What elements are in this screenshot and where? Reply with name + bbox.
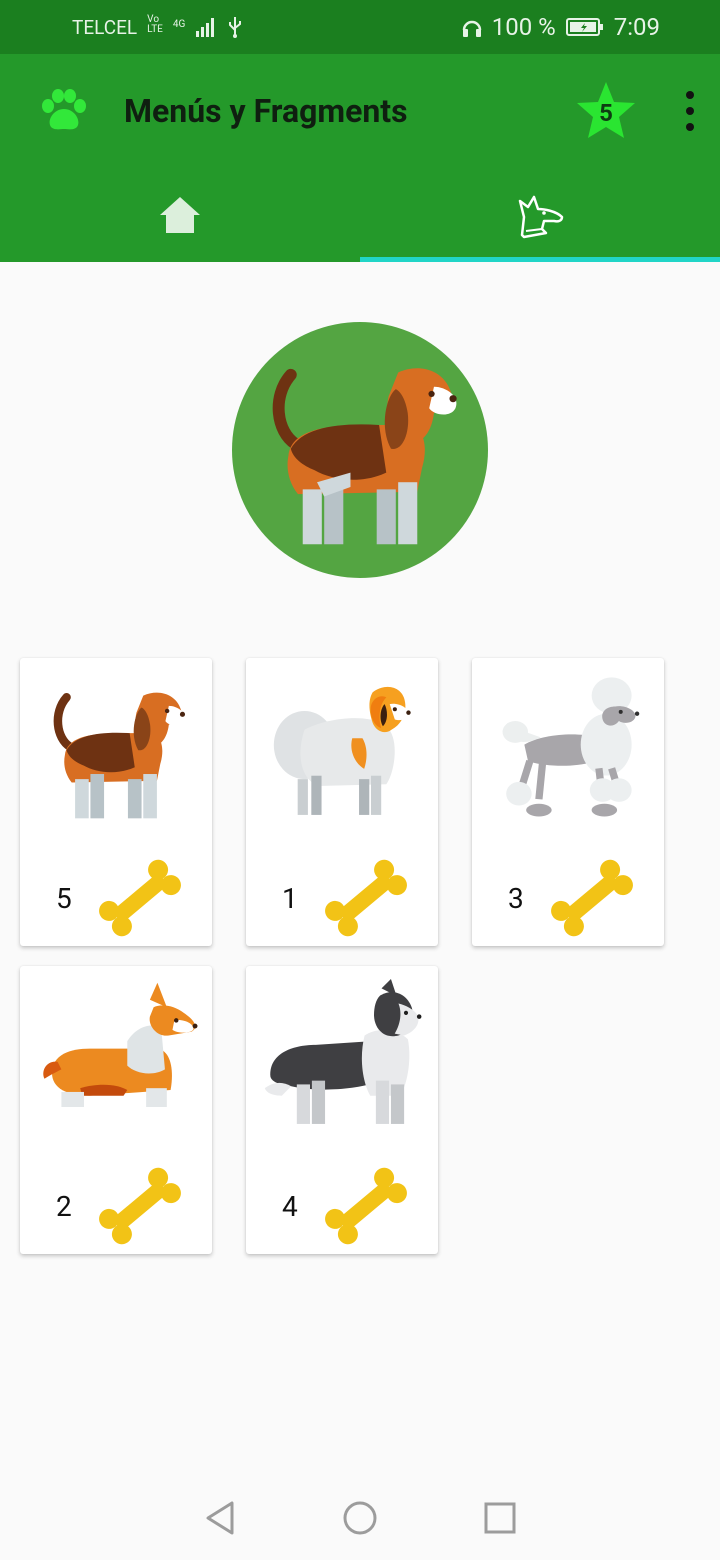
status-left: TELCEL Vo LTE 4G [72,14,243,39]
border-collie-icon [264,979,422,1124]
battery-icon [565,18,603,36]
dot-icon [686,91,694,99]
pet-image [254,974,430,1144]
pet-card[interactable]: 5 [20,658,212,946]
like-count: 3 [508,882,524,915]
paw-icon [42,89,86,130]
pet-card[interactable]: 2 [20,966,212,1254]
dog-icon [518,195,564,239]
like-count: 2 [56,1190,72,1223]
pet-image [480,666,656,836]
home-icon [160,197,200,233]
overflow-menu-button[interactable] [678,91,702,131]
app-title: Menús y Fragments [124,92,408,130]
bone-icon[interactable] [90,858,190,938]
favorites-count: 5 [599,99,613,127]
tab-dog[interactable] [360,168,720,262]
pet-card[interactable]: 4 [246,966,438,1254]
tab-bar [0,168,720,262]
toolbar: Menús y Fragments 5 [0,54,720,168]
tab-home[interactable] [0,168,360,262]
like-count: 5 [56,882,72,915]
pet-image [28,974,204,1144]
poodle-icon [502,677,640,817]
app-bar: Menús y Fragments 5 [0,54,720,262]
like-count: 4 [282,1190,298,1223]
usb-icon [229,17,242,38]
status-bar: TELCEL Vo LTE 4G 100 % 7:09 [0,0,720,54]
like-count: 1 [282,882,298,915]
recents-icon[interactable] [482,1500,518,1536]
beagle-icon [53,692,186,819]
home-nav-icon[interactable] [342,1500,378,1536]
pet-image [28,666,204,836]
signal-icon [196,18,215,37]
system-nav-bar [0,1476,720,1560]
clock: 7:09 [613,13,660,41]
pet-card[interactable]: 1 [246,658,438,946]
headset-icon [462,20,481,37]
carrier-label: TELCEL [72,15,138,39]
volte-indicator: Vo LTE [147,14,163,35]
corgi-icon [43,982,198,1107]
bone-icon[interactable] [316,1166,416,1246]
bone-icon[interactable] [316,858,416,938]
dot-icon [686,107,694,115]
battery-percent: 100 % [491,13,556,41]
beagle-avatar [272,368,457,545]
pets-grid: 5 1 3 2 4 [20,658,664,1254]
content: 5 1 3 2 4 [0,262,720,1476]
pet-card[interactable]: 3 [472,658,664,946]
bone-icon[interactable] [542,858,642,938]
bone-icon[interactable] [90,1166,190,1246]
back-icon[interactable] [202,1500,238,1536]
papillon-icon [273,686,411,815]
status-right: 100 % 7:09 [462,13,660,41]
profile-avatar [232,322,488,578]
pet-image [254,666,430,836]
dot-icon [686,123,694,131]
network-type: 4G [172,19,186,30]
favorites-button[interactable]: 5 [574,79,638,143]
